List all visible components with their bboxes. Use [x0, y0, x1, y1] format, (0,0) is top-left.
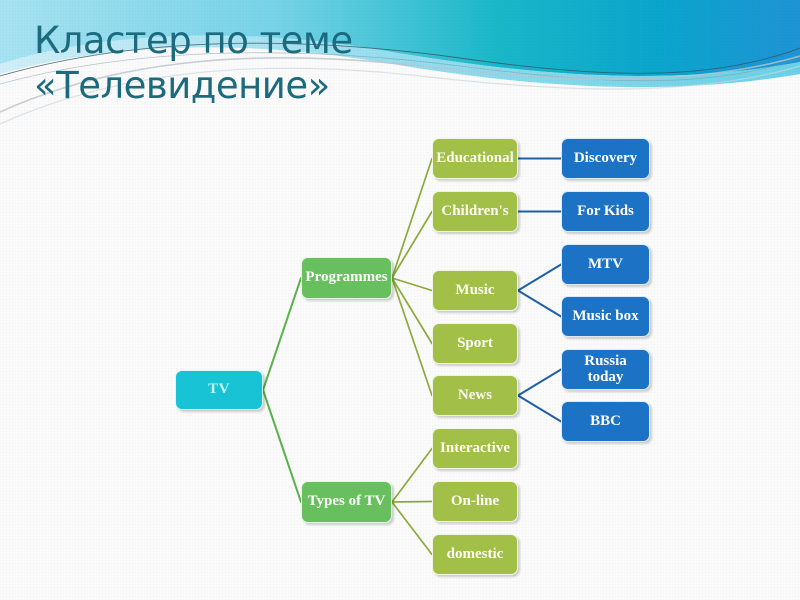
connector-types-to-online	[391, 500, 433, 503]
node-bbc[interactable]: BBC	[561, 401, 650, 442]
connector-programmes-to-childrens	[391, 210, 433, 279]
connector-programmes-to-educational	[391, 157, 433, 279]
connector-tv-to-types	[262, 389, 302, 503]
diagram-connectors	[262, 157, 562, 556]
slide-canvas: Кластер по теме «Телевидение» TV Programm…	[0, 0, 800, 600]
connector-types-to-domestic	[391, 501, 433, 556]
connector-music-to-musicbox	[517, 289, 562, 318]
node-label: Interactive	[440, 439, 510, 456]
node-label: domestic	[446, 545, 504, 562]
node-label: MTV	[588, 255, 623, 272]
node-online[interactable]: On-line	[432, 481, 518, 522]
node-label: For Kids	[577, 202, 634, 219]
node-forkids[interactable]: For Kids	[561, 191, 650, 232]
node-interactive[interactable]: Interactive	[432, 428, 518, 469]
node-label: Discovery	[573, 149, 638, 166]
node-news[interactable]: News	[432, 375, 518, 416]
node-music[interactable]: Music	[432, 270, 518, 311]
node-types[interactable]: Types of TV	[301, 481, 392, 523]
node-mtv[interactable]: MTV	[561, 244, 650, 285]
node-label: Children's	[441, 202, 509, 219]
connector-types-to-interactive	[391, 447, 433, 503]
node-discovery[interactable]: Discovery	[561, 138, 650, 179]
connector-news-to-bbc	[517, 394, 562, 423]
node-label: Sport	[457, 334, 493, 351]
node-domestic[interactable]: domestic	[432, 534, 518, 575]
node-label: Programmes	[305, 269, 388, 286]
connector-news-to-russiatoday	[517, 368, 562, 397]
node-label: Types of TV	[307, 493, 386, 510]
node-label: Russia today	[584, 352, 627, 385]
node-label: Music	[455, 281, 495, 298]
node-label: BBC	[590, 412, 621, 429]
node-sport[interactable]: Sport	[432, 323, 518, 364]
node-programmes[interactable]: Programmes	[301, 257, 392, 299]
node-educational[interactable]: Educational	[432, 138, 518, 179]
node-label: Educational	[436, 149, 514, 166]
connector-music-to-mtv	[517, 263, 562, 292]
node-musicbox[interactable]: Music box	[561, 296, 650, 337]
node-childrens[interactable]: Children's	[432, 191, 518, 232]
node-tv[interactable]: TV	[175, 370, 263, 410]
cluster-diagram: TV Programmes Types of TV Educational Childr…	[0, 0, 800, 600]
node-russiatoday[interactable]: Russia today	[561, 349, 650, 390]
node-label: News	[457, 386, 493, 403]
connector-tv-to-programmes	[262, 277, 302, 391]
node-label: On-line	[450, 492, 500, 509]
node-label: TV	[208, 381, 230, 398]
node-label: Music box	[572, 307, 639, 324]
connector-programmes-to-news	[391, 277, 433, 397]
